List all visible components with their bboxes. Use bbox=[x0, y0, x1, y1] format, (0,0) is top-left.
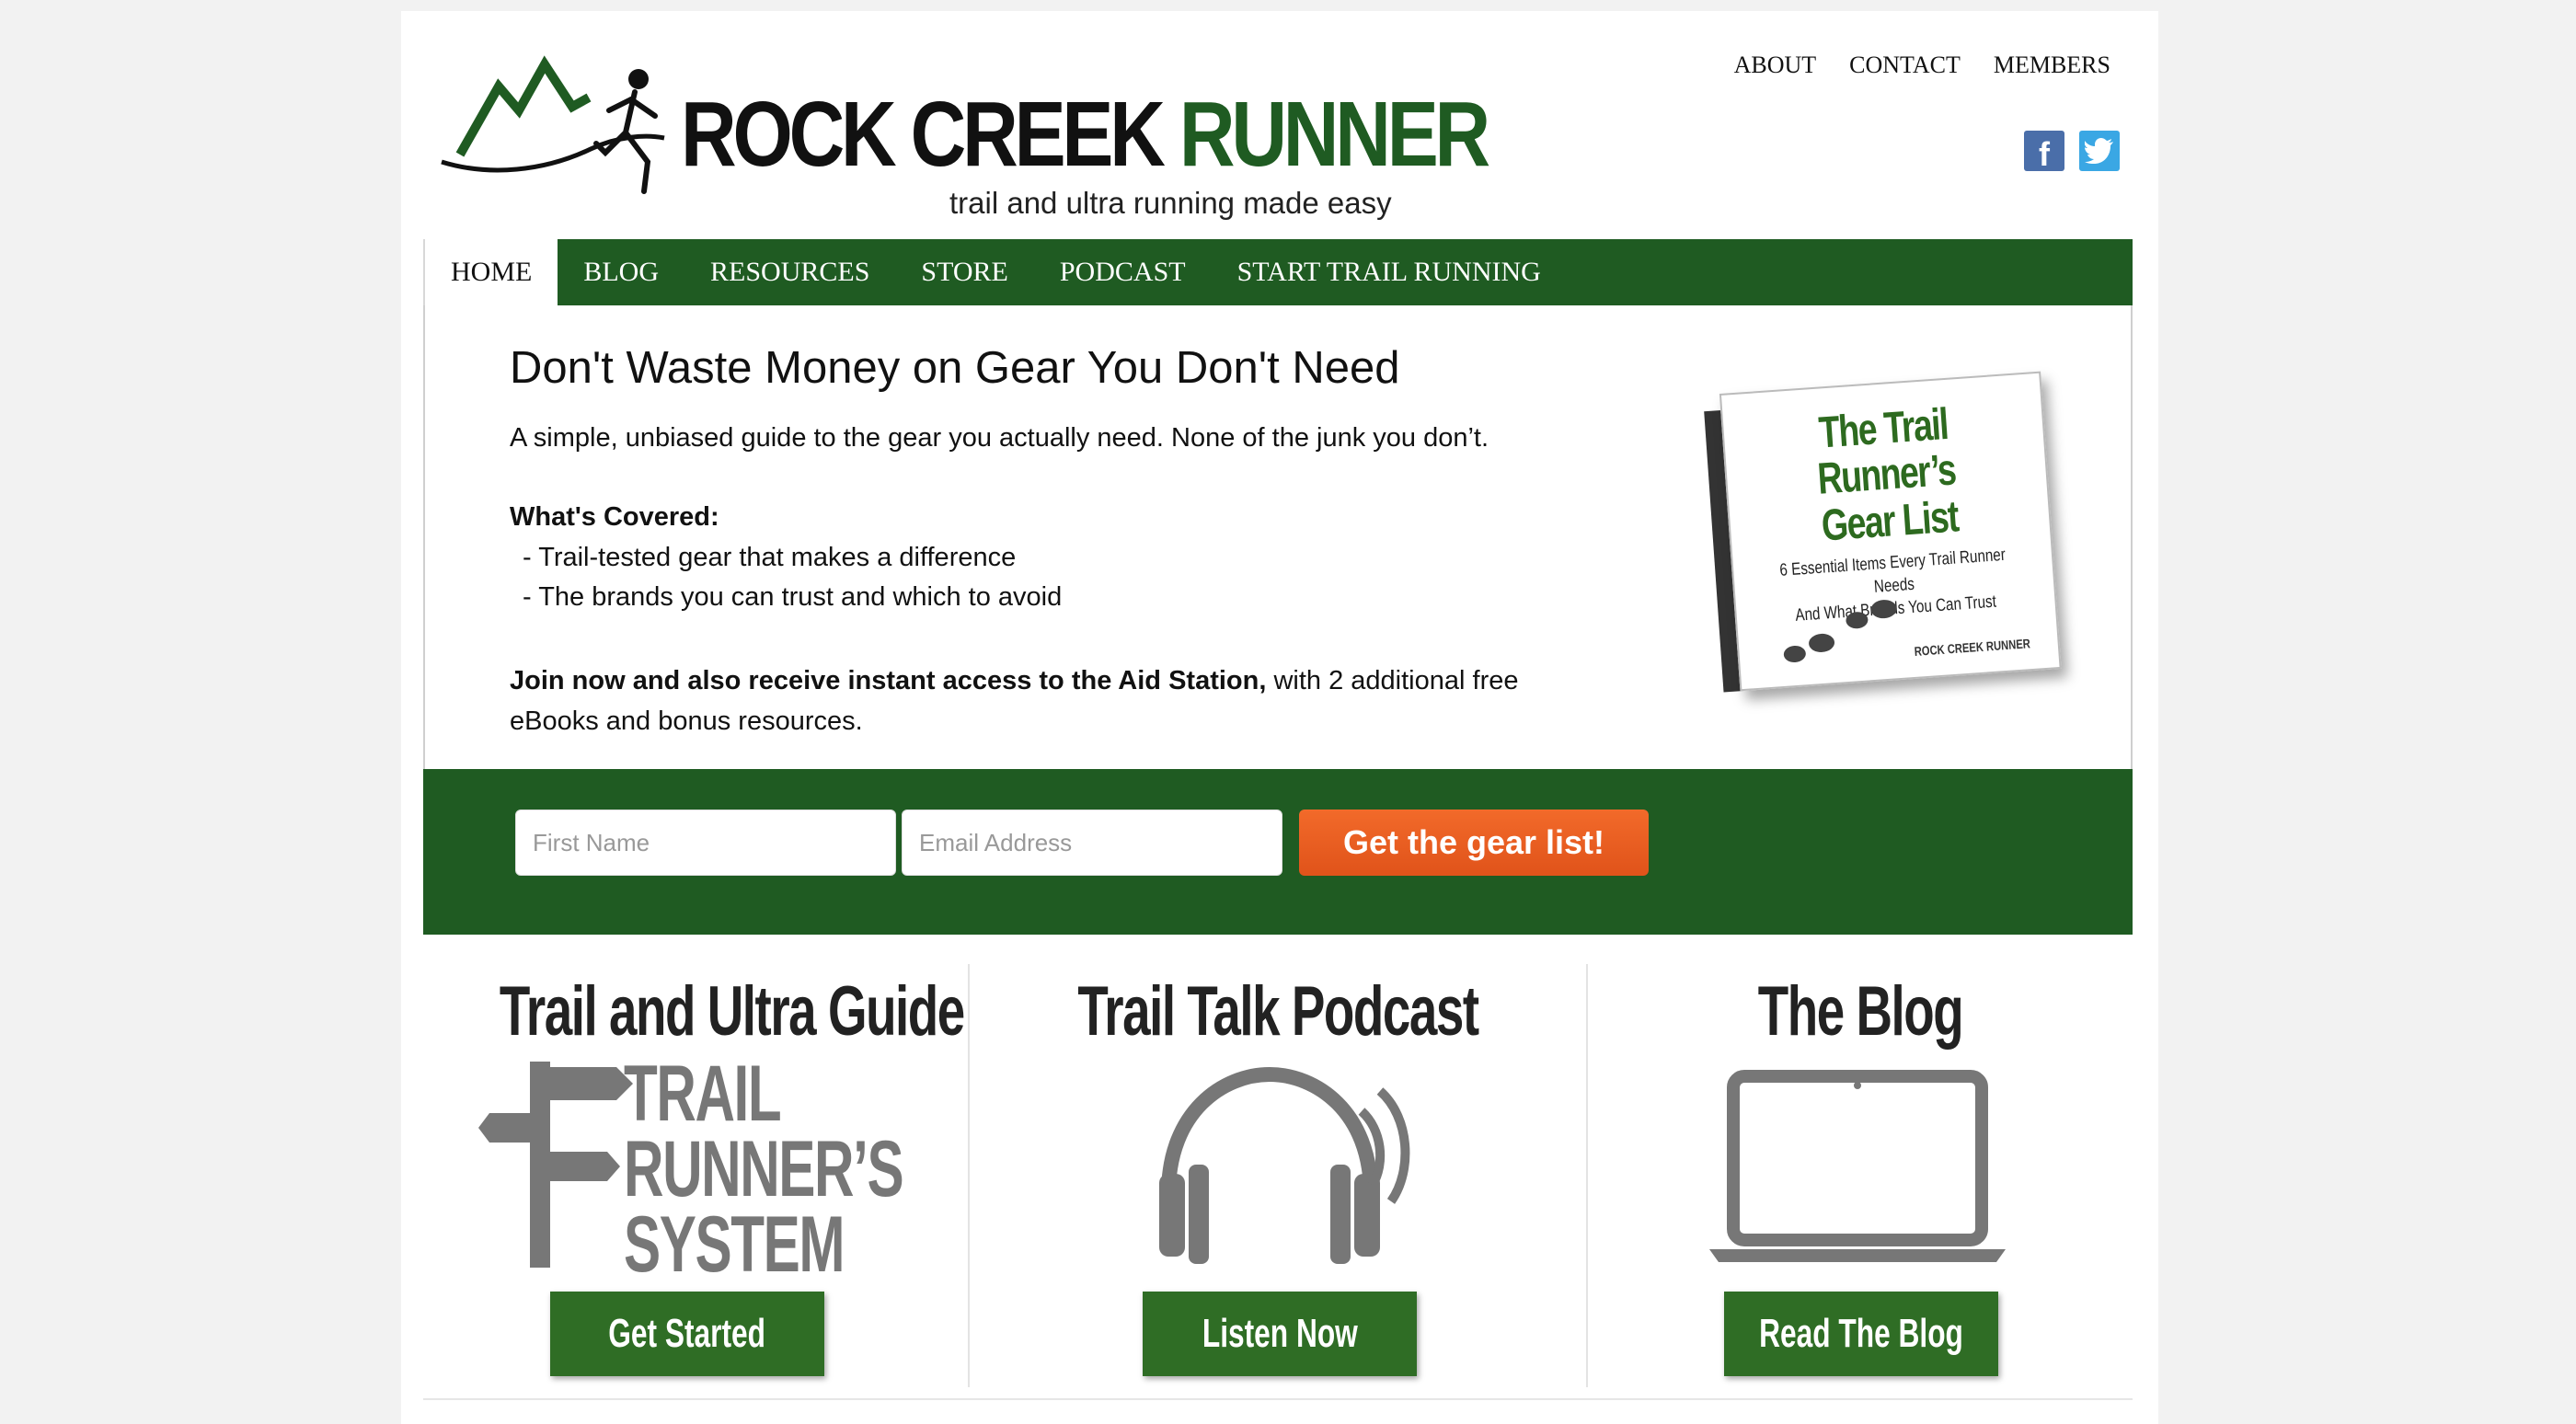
site-logo[interactable]: ROCK CREEK RUNNER trail and ultra runnin… bbox=[434, 33, 1490, 235]
social-links: f bbox=[2024, 131, 2120, 173]
feature-columns: Trail and Ultra Guide TRAIL RUNNER’S SYS… bbox=[423, 964, 2133, 1387]
column-title: Trail Talk Podcast bbox=[1077, 972, 1479, 1051]
page-container: ROCK CREEK RUNNER trail and ultra runnin… bbox=[401, 11, 2158, 1424]
book-brand: ROCK CREEK RUNNER bbox=[1914, 636, 2031, 659]
read-the-blog-label: Read The Blog bbox=[1759, 1311, 1963, 1356]
optin-form: First Name Email Address Get the gear li… bbox=[423, 769, 2133, 935]
nav-item-resources[interactable]: RESOURCES bbox=[684, 239, 895, 305]
covered-item: - The brands you can trust and which to … bbox=[523, 582, 1063, 612]
headphones-icon bbox=[970, 1056, 1586, 1314]
column-title: The Blog bbox=[1757, 972, 1964, 1051]
twitter-icon[interactable] bbox=[2079, 131, 2120, 171]
logo-title-dark: ROCK CREEK bbox=[681, 83, 1179, 186]
email-input[interactable]: Email Address bbox=[902, 810, 1282, 876]
system-text-line: SYSTEM bbox=[624, 1200, 845, 1289]
section-divider bbox=[423, 1398, 2133, 1400]
trail-runners-system-text: TRAIL RUNNER’S SYSTEM bbox=[624, 1050, 904, 1289]
get-gear-list-button[interactable]: Get the gear list! bbox=[1299, 810, 1649, 876]
gear-list-ebook-cover: The Trail Runner’s Gear List 6 Essential… bbox=[1703, 371, 2064, 697]
get-started-label: Get Started bbox=[608, 1311, 766, 1356]
get-started-button[interactable]: Get Started bbox=[550, 1292, 824, 1376]
logo-title: ROCK CREEK RUNNER bbox=[681, 88, 1490, 180]
optin-box: Don't Waste Money on Gear You Don't Need… bbox=[423, 305, 2133, 769]
join-text-bold: Join now and also receive instant access… bbox=[510, 666, 1267, 695]
top-link-members[interactable]: MEMBERS bbox=[1994, 52, 2110, 79]
main-nav: HOME BLOG RESOURCES STORE PODCAST START … bbox=[423, 239, 2133, 305]
signpost-icon: TRAIL RUNNER’S SYSTEM bbox=[423, 1050, 968, 1314]
read-the-blog-button[interactable]: Read The Blog bbox=[1724, 1292, 1998, 1376]
column-podcast: Trail Talk Podcast Listen Now bbox=[968, 964, 1586, 1387]
logo-tagline: trail and ultra running made easy bbox=[949, 186, 1392, 220]
logo-title-green: RUNNER bbox=[1179, 83, 1490, 186]
top-link-about[interactable]: ABOUT bbox=[1734, 52, 1817, 79]
book-title: The Trail Runner’s Gear List bbox=[1758, 397, 2016, 554]
top-links: ABOUT CONTACT MEMBERS bbox=[1734, 52, 2110, 79]
book-front: The Trail Runner’s Gear List 6 Essential… bbox=[1719, 371, 2062, 692]
nav-item-blog[interactable]: BLOG bbox=[558, 239, 684, 305]
nav-item-store[interactable]: STORE bbox=[895, 239, 1033, 305]
nav-item-podcast[interactable]: PODCAST bbox=[1034, 239, 1212, 305]
nav-item-start-trail-running[interactable]: START TRAIL RUNNING bbox=[1212, 239, 1567, 305]
covered-item: - Trail-tested gear that makes a differe… bbox=[523, 543, 1017, 572]
optin-subtitle: A simple, unbiased guide to the gear you… bbox=[510, 423, 1489, 453]
shoe-prints-icon bbox=[1783, 600, 1897, 663]
covered-heading: What's Covered: bbox=[510, 502, 719, 532]
top-link-contact[interactable]: CONTACT bbox=[1849, 52, 1961, 79]
listen-now-button[interactable]: Listen Now bbox=[1143, 1292, 1417, 1376]
listen-now-label: Listen Now bbox=[1202, 1311, 1358, 1356]
laptop-icon bbox=[1588, 1056, 2133, 1314]
book-title-line: The Trail Runner’s bbox=[1815, 399, 1958, 505]
nav-item-home[interactable]: HOME bbox=[423, 239, 558, 305]
join-text: Join now and also receive instant access… bbox=[510, 660, 1558, 741]
mountain-runner-logo-icon bbox=[441, 55, 665, 194]
facebook-icon[interactable]: f bbox=[2024, 131, 2064, 173]
twitter-bird-icon bbox=[2085, 138, 2113, 164]
column-blog: The Blog Read The Blog bbox=[1586, 964, 2133, 1387]
optin-title: Don't Waste Money on Gear You Don't Need bbox=[510, 343, 1400, 393]
column-guide: Trail and Ultra Guide TRAIL RUNNER’S SYS… bbox=[423, 964, 968, 1387]
column-title: Trail and Ultra Guide bbox=[499, 972, 965, 1051]
system-text-line: TRAIL bbox=[624, 1050, 782, 1138]
first-name-input[interactable]: First Name bbox=[515, 810, 896, 876]
system-text-line: RUNNER’S bbox=[624, 1125, 904, 1213]
